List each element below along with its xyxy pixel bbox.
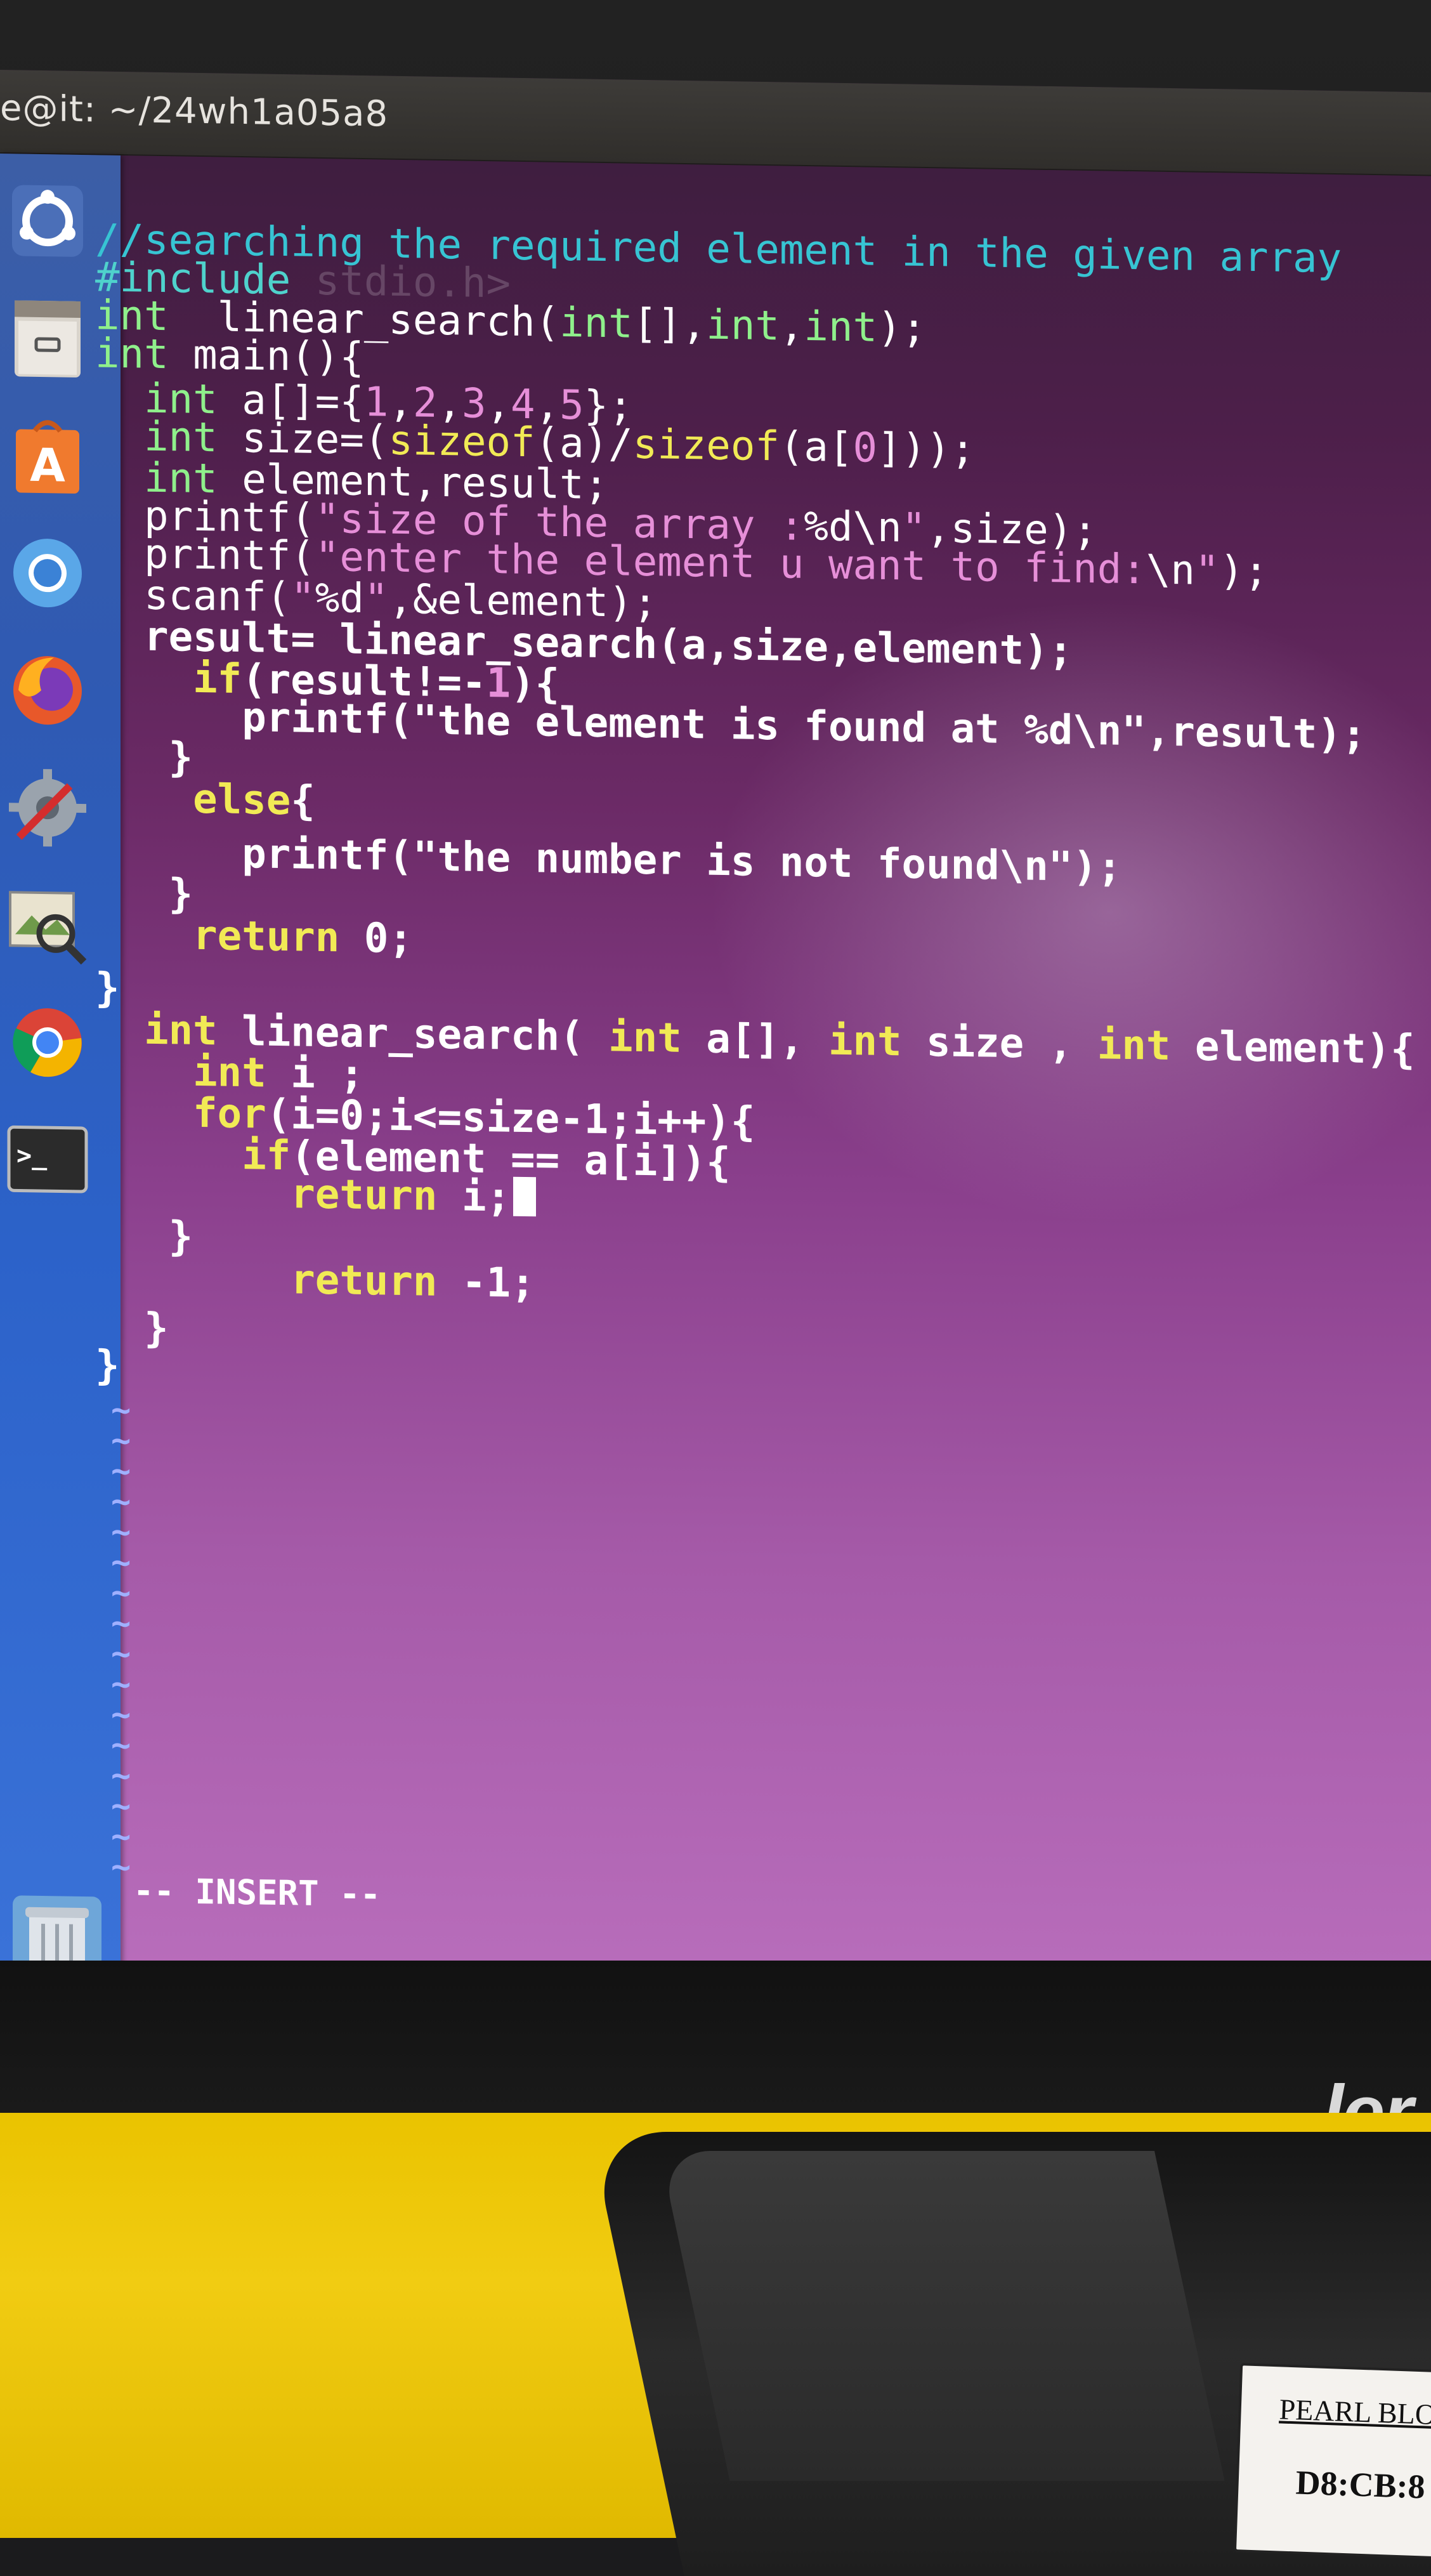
software-center-icon[interactable]: A bbox=[0, 401, 95, 510]
code-token: sizeof bbox=[632, 421, 780, 471]
code-token: " bbox=[291, 574, 315, 622]
code-token: int bbox=[706, 301, 780, 350]
code-line[interactable]: } bbox=[95, 734, 193, 782]
chrome-icon[interactable] bbox=[0, 988, 95, 1097]
code-token: " bbox=[363, 575, 389, 623]
code-token: \n bbox=[1146, 546, 1195, 595]
code-token: -1; bbox=[437, 1258, 535, 1308]
code-token: " bbox=[1194, 547, 1220, 595]
code-line[interactable]: int main(){ bbox=[95, 330, 364, 382]
code-token: int bbox=[95, 330, 169, 379]
window-title: e@it: ~/24wh1a05a8 bbox=[0, 88, 389, 135]
code-token: printf("the number is not found\n"); bbox=[95, 828, 1122, 891]
code-token: (a[ bbox=[779, 423, 853, 472]
code-token: printf("the element is found at %d\n",re… bbox=[95, 692, 1366, 759]
code-token: } bbox=[95, 964, 120, 1012]
code-line[interactable]: } bbox=[95, 1213, 193, 1261]
code-token: return bbox=[291, 1171, 438, 1220]
code-token: main(){ bbox=[168, 331, 364, 382]
tilde-marker: ~ bbox=[111, 1848, 131, 1887]
code-token: element){ bbox=[1170, 1022, 1415, 1074]
code-token: %d bbox=[315, 574, 364, 623]
sticker-line-1: PEARL BLO bbox=[1278, 2393, 1431, 2431]
chromium-icon[interactable] bbox=[0, 518, 95, 628]
code-line[interactable]: else{ bbox=[95, 774, 315, 825]
code-token: i; bbox=[437, 1173, 511, 1221]
code-token: a[], bbox=[681, 1015, 828, 1065]
code-token: size , bbox=[901, 1018, 1097, 1069]
code-token: ); bbox=[1219, 548, 1269, 596]
code-line[interactable]: printf("the element is found at %d\n",re… bbox=[95, 692, 1366, 759]
code-line[interactable]: printf("the number is not found\n"); bbox=[95, 828, 1122, 891]
code-token: 0; bbox=[339, 914, 413, 963]
code-line[interactable]: } bbox=[95, 964, 120, 1012]
code-token: return bbox=[291, 1256, 438, 1306]
code-line[interactable]: } bbox=[95, 1342, 120, 1390]
code-token: return bbox=[193, 912, 340, 962]
code-token: int bbox=[804, 303, 877, 352]
text-cursor bbox=[513, 1176, 537, 1217]
code-token: int bbox=[608, 1014, 682, 1062]
svg-text:A: A bbox=[30, 438, 65, 492]
code-token: else bbox=[193, 775, 291, 825]
image-viewer-icon[interactable] bbox=[0, 871, 95, 980]
code-token: [], bbox=[632, 300, 707, 349]
svg-text:>_: >_ bbox=[16, 1141, 48, 1171]
vim-editor[interactable]: //searching the required element in the … bbox=[95, 141, 1427, 1976]
code-token: int bbox=[828, 1017, 902, 1066]
code-line[interactable]: return 0; bbox=[95, 910, 413, 963]
asset-sticker: PEARL BLO D8:CB:8 bbox=[1233, 2363, 1431, 2560]
system-settings-icon[interactable] bbox=[0, 753, 95, 862]
terminal-icon[interactable]: >_ bbox=[0, 1105, 95, 1214]
code-token: ); bbox=[877, 304, 927, 352]
code-line[interactable]: return -1; bbox=[95, 1253, 535, 1308]
code-token: int bbox=[1097, 1022, 1171, 1070]
vim-mode-indicator: -- INSERT -- bbox=[133, 1870, 381, 1915]
code-line[interactable]: } bbox=[95, 871, 193, 918]
code-token: , bbox=[779, 303, 804, 350]
code-token: int bbox=[559, 299, 633, 348]
files-icon[interactable] bbox=[0, 284, 95, 393]
firefox-icon[interactable] bbox=[0, 636, 95, 745]
code-token: 0 bbox=[853, 424, 877, 472]
monitor-stand-cutout bbox=[660, 2151, 1225, 2481]
monitor-screen: e@it: ~/24wh1a05a8 A >_ //searching the … bbox=[0, 70, 1431, 1990]
ubuntu-dash-icon[interactable] bbox=[0, 166, 95, 275]
sticker-line-2: D8:CB:8 bbox=[1295, 2463, 1426, 2506]
code-token: { bbox=[291, 777, 315, 825]
code-token: } bbox=[95, 1342, 120, 1390]
code-token: ])); bbox=[877, 424, 976, 474]
